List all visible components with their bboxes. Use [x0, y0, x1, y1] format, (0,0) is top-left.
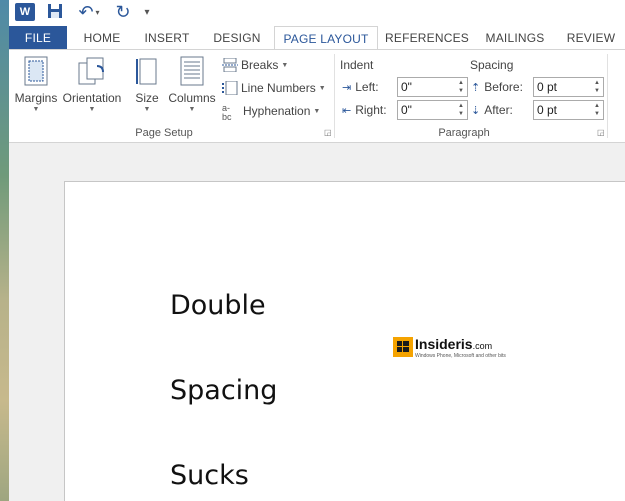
undo-icon[interactable]: ↶ ▾ [75, 2, 103, 22]
watermark-tagline: Windows Phone, Microsoft and other bits [415, 353, 506, 359]
chevron-down-icon: ▼ [281, 61, 289, 69]
size-button[interactable]: Size ▼ [131, 54, 163, 124]
spinner-arrows-icon[interactable]: ▲ ▼ [457, 102, 465, 118]
document-text-line[interactable]: Sucks [170, 460, 249, 491]
spacing-after-text: After: [484, 103, 513, 117]
spinner-arrows-icon[interactable]: ▲ ▼ [593, 79, 601, 95]
chevron-down-icon: ▼ [88, 106, 96, 113]
line-numbers-label: Line Numbers [241, 81, 316, 95]
word-icon[interactable]: W [15, 3, 35, 21]
chevron-down-icon: ▼ [143, 106, 151, 113]
chevron-down-icon: ▼ [318, 84, 326, 92]
insideris-watermark: Insideris.com Windows Phone, Microsoft a… [393, 337, 506, 359]
spacing-after-icon: ⇣ [471, 104, 481, 117]
quick-access-toolbar: W ↶ ▾ ↻ ▾ [9, 0, 625, 24]
chevron-down-icon: ▼ [313, 107, 321, 115]
windows-logo-icon [393, 337, 413, 357]
spinner-arrows-icon[interactable]: ▲ ▼ [457, 79, 465, 95]
group-divider [607, 54, 608, 138]
spacing-before-spinner[interactable]: 0 pt ▲ ▼ [533, 77, 604, 97]
customize-qat-icon[interactable]: ▾ [141, 4, 153, 20]
line-numbers-button[interactable]: Line Numbers ▼ [222, 78, 326, 98]
tab-page-layout[interactable]: PAGE LAYOUT [274, 26, 378, 51]
watermark-name: Insideris.com [415, 336, 493, 352]
spinner-arrows-icon[interactable]: ▲ ▼ [593, 102, 601, 118]
spacing-before-label: ⇡ Before: [471, 80, 523, 94]
page-setup-group-label: Page Setup [135, 127, 193, 139]
document-text-line[interactable]: Spacing [170, 375, 277, 406]
document-text-line[interactable]: Double [170, 290, 266, 321]
indent-left-spinner[interactable]: 0" ▲ ▼ [397, 77, 468, 97]
indent-left-text: Left: [355, 80, 379, 94]
tab-references[interactable]: REFERENCES [385, 26, 469, 49]
paragraph-launcher-icon[interactable]: ◲ [597, 129, 605, 137]
indent-right-label: ⇤ Right: [342, 103, 387, 117]
chevron-down-icon: ▼ [32, 106, 40, 113]
group-divider [334, 54, 335, 138]
orientation-button[interactable]: Orientation ▼ [61, 54, 123, 124]
indent-left-icon: ⇥ [342, 81, 352, 94]
desktop-background [0, 0, 9, 501]
line-numbers-icon [222, 81, 238, 95]
breaks-icon [222, 58, 238, 72]
indent-title: Indent [340, 58, 374, 72]
breaks-button[interactable]: Breaks ▼ [222, 55, 288, 75]
tab-review[interactable]: REVIEW [563, 26, 619, 49]
paragraph-group-label: Paragraph [438, 127, 490, 139]
indent-right-spinner[interactable]: 0" ▲ ▼ [397, 100, 468, 120]
redo-icon[interactable]: ↻ [113, 2, 133, 22]
document-page[interactable]: Double Spacing Sucks Insideris.com Windo… [64, 181, 625, 501]
spacing-before-value[interactable]: 0 pt [537, 80, 557, 94]
margins-label: Margins [14, 91, 58, 105]
tab-home[interactable]: HOME [77, 26, 127, 49]
columns-label: Columns [168, 91, 216, 105]
indent-left-label: ⇥ Left: [342, 80, 379, 94]
chevron-down-icon: ▼ [188, 106, 196, 113]
breaks-label: Breaks [241, 58, 279, 72]
word-window: W ↶ ▾ ↻ ▾ FILE HOME INSERT DESIGN PAGE LA… [9, 0, 625, 501]
watermark-text: Insideris.com Windows Phone, Microsoft a… [415, 337, 506, 359]
tab-file[interactable]: FILE [9, 26, 67, 49]
hyphenation-button[interactable]: a-bc Hyphenation ▼ [222, 101, 321, 122]
page-size-icon [136, 58, 157, 85]
ribbon-tabs: FILE HOME INSERT DESIGN PAGE LAYOUT REFE… [9, 26, 625, 51]
indent-left-value[interactable]: 0" [401, 80, 412, 94]
spacing-after-spinner[interactable]: 0 pt ▲ ▼ [533, 100, 604, 120]
orientation-label: Orientation [62, 91, 122, 105]
hyphenation-icon: a-bc [222, 103, 232, 122]
hyphenation-label: Hyphenation [243, 104, 311, 118]
page-setup-launcher-icon[interactable]: ◲ [324, 129, 332, 137]
size-label: Size [135, 91, 159, 105]
spacing-after-value[interactable]: 0 pt [537, 103, 557, 117]
indent-right-value[interactable]: 0" [401, 103, 412, 117]
spacing-after-label: ⇣ After: [471, 103, 513, 117]
tab-design[interactable]: DESIGN [207, 26, 267, 49]
spacing-title: Spacing [470, 58, 514, 72]
indent-right-text: Right: [355, 103, 387, 117]
ribbon: Margins ▼ Orientation ▼ Size ▼ Columns ▼… [9, 50, 625, 143]
tab-insert[interactable]: INSERT [139, 26, 195, 49]
spacing-before-icon: ⇡ [471, 81, 481, 94]
margins-button[interactable]: Margins ▼ [13, 54, 59, 124]
margins-icon [24, 56, 48, 86]
columns-button[interactable]: Columns ▼ [167, 54, 217, 124]
orientation-icon [78, 57, 104, 85]
indent-right-icon: ⇤ [342, 104, 352, 117]
spacing-before-text: Before: [484, 80, 523, 94]
tab-mailings[interactable]: MAILINGS [481, 26, 549, 49]
save-icon[interactable] [47, 3, 63, 19]
columns-icon [180, 56, 204, 86]
